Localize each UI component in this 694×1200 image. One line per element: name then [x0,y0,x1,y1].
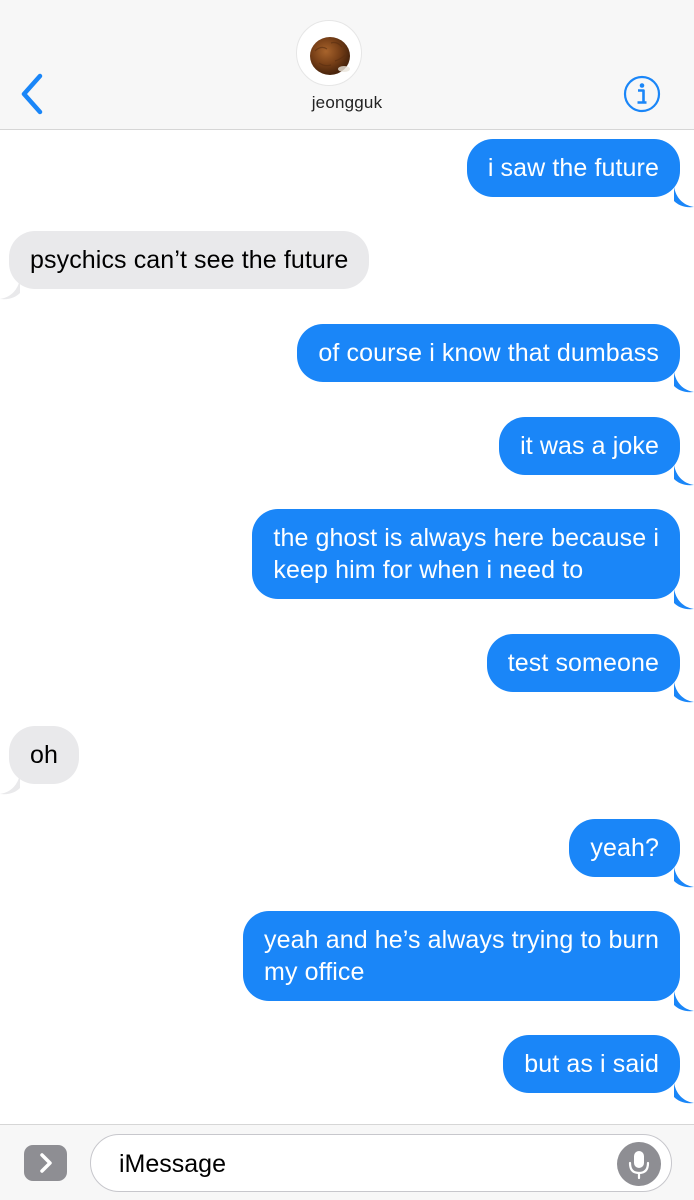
message-sent[interactable]: the ghost is always here because i keep … [252,509,680,599]
bubble-tail [674,682,694,703]
bubble-tail [674,187,694,208]
message-sent[interactable]: yeah and he’s always trying to burn my o… [243,911,680,1001]
bubble-tail [0,279,20,300]
contact-name[interactable]: jeongguk [0,93,694,113]
conversation-header: jeongguk [0,0,694,130]
bubble-tail [0,774,20,795]
bubble-tail [674,1083,694,1104]
avatar[interactable] [296,20,362,86]
coconut-icon [310,37,350,75]
message-composer: iMessage [0,1124,694,1200]
apps-button[interactable] [24,1145,67,1181]
message-sent[interactable]: it was a joke [499,417,680,475]
bubble-tail [674,372,694,393]
bubble-tail [674,991,694,1012]
message-sent[interactable]: but as i said [503,1035,680,1093]
message-received[interactable]: psychics can’t see the future [9,231,370,289]
info-icon [623,75,661,113]
message-input-placeholder: iMessage [119,1150,226,1178]
message-sent[interactable]: test someone [486,634,680,692]
dictation-button[interactable] [617,1142,661,1186]
chevron-right-icon [40,1153,52,1173]
message-input[interactable]: iMessage [90,1134,672,1192]
bubble-tail [674,867,694,888]
message-sent[interactable]: i saw the future [466,139,680,197]
message-thread[interactable]: i saw the future psychics can’t see the … [0,131,694,1124]
bubble-tail [674,465,694,486]
bubble-tail [674,589,694,610]
info-button[interactable] [622,74,662,114]
message-sent[interactable]: yeah? [569,819,680,877]
microphone-icon [628,1151,650,1180]
message-sent[interactable]: of course i know that dumbass [297,324,680,382]
